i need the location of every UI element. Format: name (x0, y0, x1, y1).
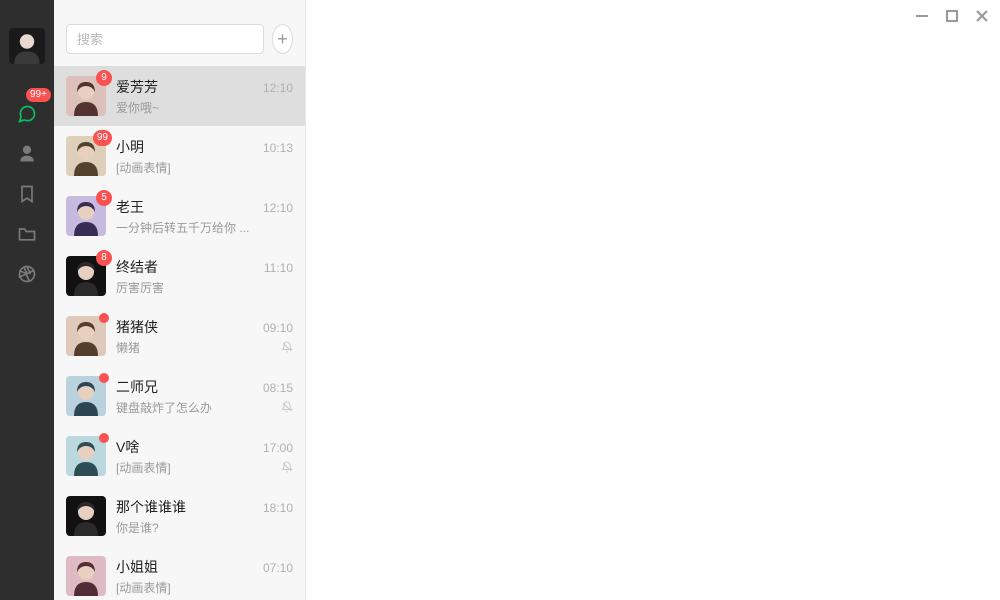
window-controls (914, 8, 990, 24)
add-button[interactable]: + (272, 24, 293, 54)
unread-badge: 9 (96, 70, 112, 86)
nav-contacts[interactable] (0, 134, 54, 174)
aperture-icon (17, 264, 37, 284)
chat-item[interactable]: 99 小明 10:13 [动画表情] (54, 126, 305, 186)
mute-icon (281, 341, 293, 353)
chat-preview: 爱你哦~ (116, 99, 159, 116)
chat-avatar (66, 556, 106, 596)
user-icon (17, 144, 37, 164)
chat-item[interactable]: V啥 17:00 [动画表情] (54, 426, 305, 486)
nav-chat[interactable]: 99+ (0, 94, 54, 134)
chat-preview: [动画表情] (116, 459, 171, 476)
chat-avatar: 99 (66, 136, 106, 176)
chat-name: 老王 (116, 197, 144, 217)
chat-avatar: 8 (66, 256, 106, 296)
maximize-icon (946, 10, 958, 22)
chat-main (306, 0, 1000, 600)
chat-item[interactable]: 二师兄 08:15 键盘敲炸了怎么办 (54, 366, 305, 426)
chat-body: 猪猪侠 09:10 懒猪 (116, 317, 293, 356)
chat-time: 17:00 (263, 441, 293, 455)
chat-time: 09:10 (263, 321, 293, 335)
window-maximize[interactable] (944, 8, 960, 24)
chat-name: 爱芳芳 (116, 77, 158, 97)
plus-icon: + (277, 29, 288, 50)
chat-avatar (66, 376, 106, 416)
unread-dot (99, 433, 109, 443)
chat-name: 那个谁谁谁 (116, 497, 186, 517)
unread-dot (99, 373, 109, 383)
folder-icon (17, 224, 37, 244)
chat-item[interactable]: 那个谁谁谁 18:10 你是谁? (54, 486, 305, 546)
window-close[interactable] (974, 8, 990, 24)
chat-preview: 一分钟后转五千万给你 ... (116, 219, 249, 236)
chat-name: 小明 (116, 137, 144, 157)
chat-item[interactable]: 9 爱芳芳 12:10 爱你哦~ (54, 66, 305, 126)
chat-preview: 你是谁? (116, 519, 159, 536)
chat-name: 终结者 (116, 257, 158, 277)
mute-icon (281, 401, 293, 413)
chat-avatar (66, 436, 106, 476)
mute-icon (281, 461, 293, 473)
chat-list: 9 爱芳芳 12:10 爱你哦~ 99 小明 10:13 [动画表情] (54, 66, 305, 600)
chat-preview: 厉害厉害 (116, 279, 164, 296)
search-input[interactable] (66, 24, 264, 54)
chat-item[interactable]: 小姐姐 07:10 [动画表情] (54, 546, 305, 600)
chat-body: V啥 17:00 [动画表情] (116, 437, 293, 476)
minimize-icon (916, 10, 928, 22)
chat-time: 12:10 (263, 81, 293, 95)
chat-avatar (66, 316, 106, 356)
chat-sidebar: + 9 爱芳芳 12:10 爱你哦~ 99 小明 10:13 (54, 0, 306, 600)
chat-item[interactable]: 猪猪侠 09:10 懒猪 (54, 306, 305, 366)
close-icon (976, 10, 988, 22)
chat-time: 18:10 (263, 501, 293, 515)
search-row: + (54, 0, 305, 66)
chat-item[interactable]: 5 老王 12:10 一分钟后转五千万给你 ... (54, 186, 305, 246)
nav-favorites[interactable] (0, 174, 54, 214)
chat-name: V啥 (116, 437, 139, 457)
unread-badge: 5 (96, 190, 112, 206)
chat-body: 终结者 11:10 厉害厉害 (116, 257, 293, 296)
bookmark-icon (17, 184, 37, 204)
chat-time: 10:13 (263, 141, 293, 155)
chat-preview: 键盘敲炸了怎么办 (116, 399, 212, 416)
chat-preview: [动画表情] (116, 159, 171, 176)
unread-badge: 99 (93, 130, 112, 146)
chat-body: 爱芳芳 12:10 爱你哦~ (116, 77, 293, 116)
chat-time: 12:10 (263, 201, 293, 215)
nav-files[interactable] (0, 214, 54, 254)
chat-body: 小姐姐 07:10 [动画表情] (116, 557, 293, 596)
chat-time: 11:10 (264, 261, 293, 275)
nav-rail: 99+ (0, 0, 54, 600)
chat-body: 小明 10:13 [动画表情] (116, 137, 293, 176)
chat-avatar: 5 (66, 196, 106, 236)
nav-moments[interactable] (0, 254, 54, 294)
unread-dot (99, 313, 109, 323)
chat-body: 那个谁谁谁 18:10 你是谁? (116, 497, 293, 536)
chat-time: 07:10 (263, 561, 293, 575)
chat-icon (17, 104, 37, 124)
chat-body: 二师兄 08:15 键盘敲炸了怎么办 (116, 377, 293, 416)
chat-name: 二师兄 (116, 377, 158, 397)
chat-avatar: 9 (66, 76, 106, 116)
chat-item[interactable]: 8 终结者 11:10 厉害厉害 (54, 246, 305, 306)
unread-badge: 8 (96, 250, 112, 266)
chat-avatar (66, 496, 106, 536)
chat-preview: 懒猪 (116, 339, 140, 356)
chat-name: 猪猪侠 (116, 317, 158, 337)
chat-preview: [动画表情] (116, 579, 171, 596)
chat-body: 老王 12:10 一分钟后转五千万给你 ... (116, 197, 293, 236)
chat-time: 08:15 (263, 381, 293, 395)
user-avatar[interactable] (9, 28, 45, 64)
chat-name: 小姐姐 (116, 557, 158, 577)
nav-chat-badge: 99+ (26, 88, 51, 102)
window-minimize[interactable] (914, 8, 930, 24)
